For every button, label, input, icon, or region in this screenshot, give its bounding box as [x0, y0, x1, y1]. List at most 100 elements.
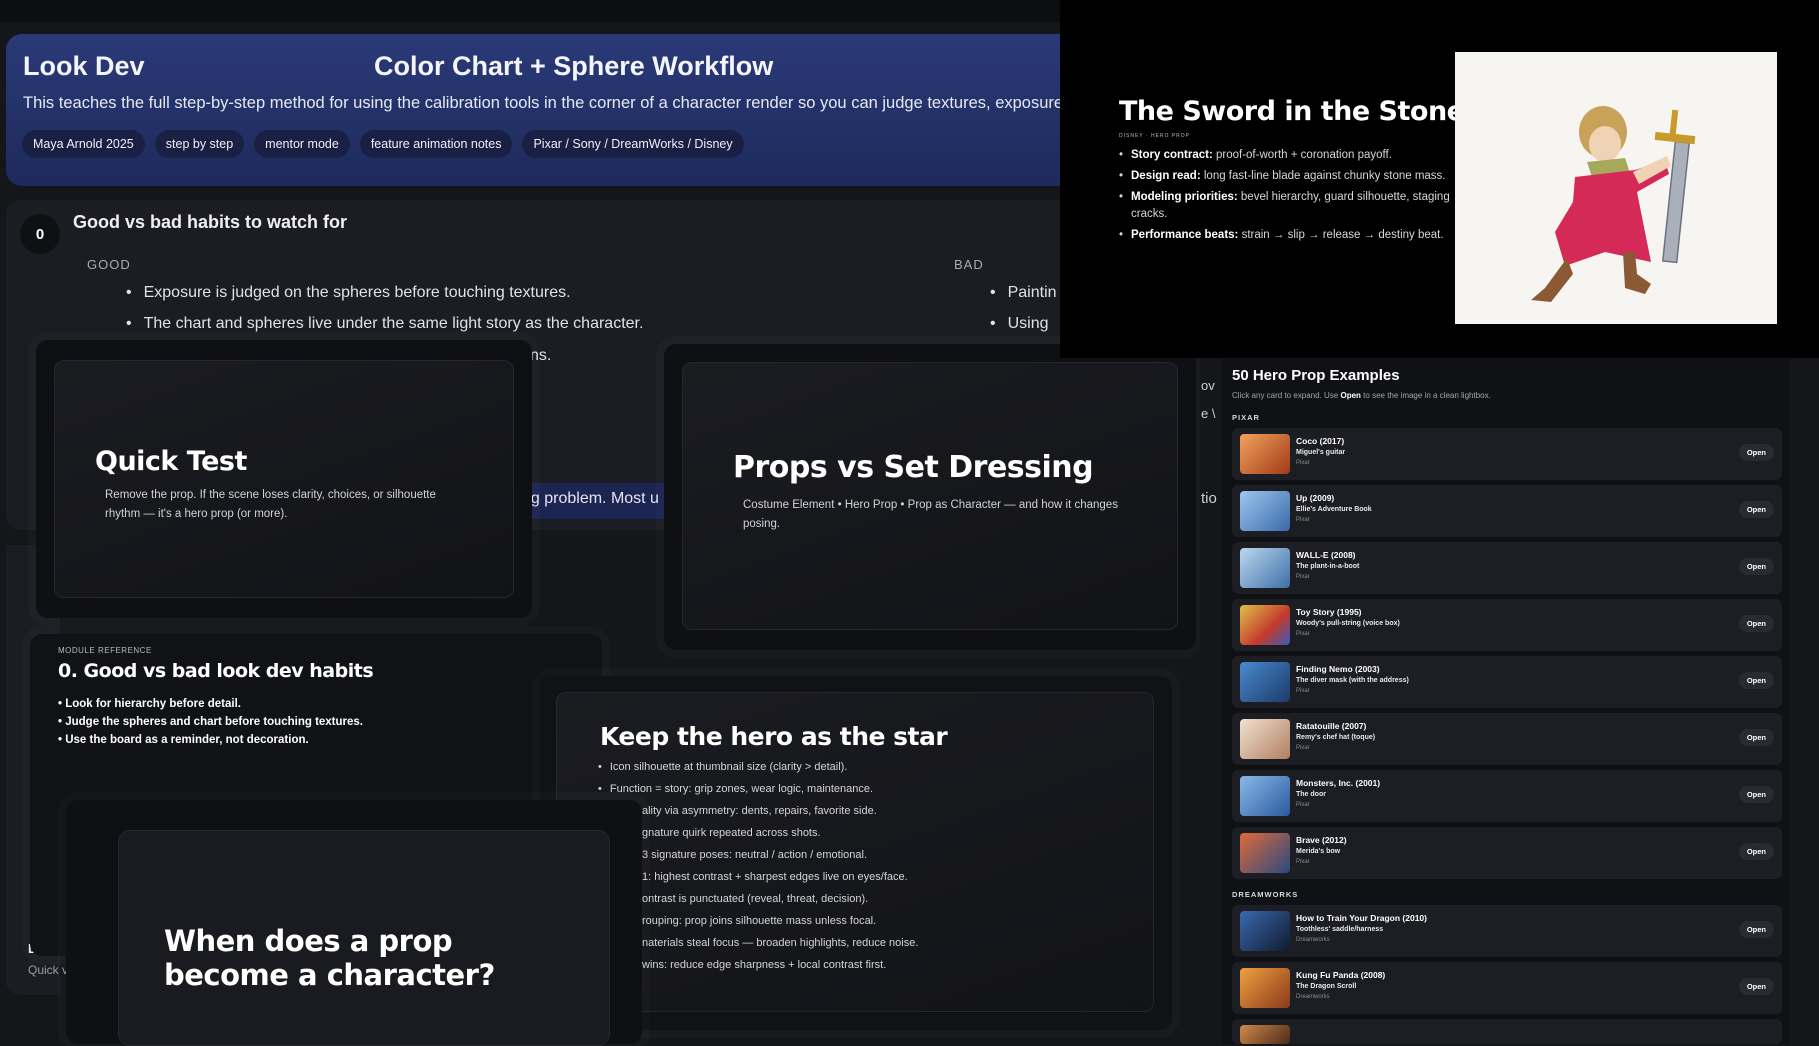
card-studio: Pixar [1296, 517, 1310, 523]
open-button[interactable]: Open [1738, 558, 1774, 575]
card-thumbnail [1240, 968, 1290, 1008]
card-studio: Pixar [1296, 745, 1310, 751]
lesson-subtitle: Color Chart + Sphere Workflow [374, 51, 774, 81]
slide-list: Icon silhouette at thumbnail size (clari… [598, 756, 873, 800]
slide-item: wins: reduce edge sharpness + local cont… [642, 959, 887, 971]
bad-item: Paintin [990, 284, 1057, 302]
card-title: Brave (2012) [1296, 835, 1347, 845]
section-title: Good vs bad habits to watch for [73, 212, 348, 232]
module-title: 0. Good vs bad look dev habits [58, 660, 374, 682]
card-title: Monsters, Inc. (2001) [1296, 778, 1381, 788]
module-kicker: MODULE REFERENCE [58, 646, 152, 655]
card-title: Coco (2017) [1296, 436, 1345, 446]
card-title: Finding Nemo (2003) [1296, 664, 1380, 674]
chip[interactable]: Maya Arnold 2025 [22, 130, 145, 158]
slide-item: ontrast is punctuated (reveal, threat, d… [642, 893, 869, 905]
card-title: How to Train Your Dragon (2010) [1296, 913, 1427, 923]
example-card[interactable]: How to Train Your Dragon (2010) Toothles… [1232, 905, 1782, 957]
slide-title: When does a prop become a character? [164, 924, 495, 992]
card-subtitle: Remy's chef hat (toque) [1296, 734, 1376, 741]
open-button[interactable]: Open [1738, 843, 1774, 860]
good-label: GOOD [87, 257, 131, 272]
card-thumbnail [1240, 548, 1290, 588]
bad-item: Using [990, 315, 1049, 333]
examples-title: 50 Hero Prop Examples [1232, 367, 1400, 384]
open-button[interactable]: Open [1738, 501, 1774, 518]
example-card[interactable]: Monsters, Inc. (2001) The door Pixar Ope… [1232, 770, 1782, 822]
open-button[interactable]: Open [1738, 729, 1774, 746]
card-subtitle: Merida's bow [1296, 848, 1341, 855]
slide-title: Keep the hero as the star [600, 722, 948, 751]
partial-text: ns. [530, 347, 552, 364]
slide-title: Quick Test [95, 446, 247, 477]
chip[interactable]: step by step [154, 130, 245, 158]
lesson-description: This teaches the full step-by-step metho… [23, 94, 1097, 112]
card-studio: Dreamworks [1296, 994, 1330, 1000]
card-thumbnail [1240, 605, 1290, 645]
sword-bullets: Story contract: proof-of-worth + coronat… [1119, 147, 1451, 248]
slide-props-vs-set[interactable]: Props vs Set Dressing Costume Element • … [664, 344, 1196, 650]
sword-title: The Sword in the Stone [1119, 96, 1465, 127]
open-button[interactable]: Open [1738, 921, 1774, 938]
example-card[interactable]: Toy Story (1995) Woody's pull-string (vo… [1232, 599, 1782, 651]
open-button[interactable]: Open [1738, 615, 1774, 632]
card-subtitle: The plant-in-a-boot [1296, 563, 1360, 570]
slide-item: ality via asymmetry: dents, repairs, fav… [642, 805, 877, 817]
open-button[interactable]: Open [1738, 786, 1774, 803]
card-subtitle: The door [1296, 791, 1326, 798]
chip[interactable]: Pixar / Sony / DreamWorks / Disney [522, 130, 744, 158]
card-title: Up (2009) [1296, 493, 1335, 503]
examples-hint: Click any card to expand. Use Open to se… [1232, 391, 1491, 400]
open-button[interactable]: Open [1738, 672, 1774, 689]
card-title: Kung Fu Panda (2008) [1296, 970, 1386, 980]
slide-body: Remove the prop. If the scene loses clar… [105, 489, 436, 520]
group-label: PIXAR [1232, 413, 1260, 422]
slide-item: Icon silhouette at thumbnail size (clari… [598, 756, 873, 778]
slide-quick-test[interactable]: Quick Test Remove the prop. If the scene… [36, 340, 532, 618]
card-studio: Pixar [1296, 574, 1310, 580]
card-title: Ratatouille (2007) [1296, 721, 1367, 731]
card-thumbnail [1240, 662, 1290, 702]
example-card[interactable]: Coco (2017) Miguel's guitar Pixar Open [1232, 428, 1782, 480]
chip[interactable]: feature animation notes [359, 130, 513, 158]
partial-text: ng problem. Most u [522, 490, 659, 507]
card-thumbnail [1240, 911, 1290, 951]
slide-item: gnature quirk repeated across shots. [642, 827, 821, 839]
card-title: Toy Story (1995) [1296, 607, 1362, 617]
example-card[interactable]: Finding Nemo (2003) The diver mask (with… [1232, 656, 1782, 708]
lesson-title: Look Dev [23, 51, 145, 81]
partial-text: ov [1201, 378, 1215, 393]
example-card[interactable] [1232, 1019, 1782, 1044]
slide-item: naterials steal focus — broaden highligh… [642, 937, 919, 949]
example-card[interactable]: Brave (2012) Merida's bow Pixar Open [1232, 827, 1782, 879]
sword-bullet: Story contract: proof-of-worth + coronat… [1119, 147, 1451, 164]
module-item: • Judge the spheres and chart before tou… [58, 716, 364, 728]
slide-when-prop[interactable]: When does a prop become a character? [66, 800, 642, 1046]
partial-text: e \ [1201, 406, 1216, 421]
good-item: Exposure is judged on the spheres before… [126, 284, 571, 302]
open-button[interactable]: Open [1738, 444, 1774, 461]
example-card[interactable]: WALL-E (2008) The plant-in-a-boot Pixar … [1232, 542, 1782, 594]
card-subtitle: The Dragon Scroll [1296, 983, 1357, 990]
example-card[interactable]: Ratatouille (2007) Remy's chef hat (toqu… [1232, 713, 1782, 765]
slide-body: Costume Element • Hero Prop • Prop as Ch… [743, 499, 1118, 530]
quick-view-link[interactable]: Quick v [28, 963, 68, 977]
example-card[interactable]: Up (2009) Ellie's Adventure Book Pixar O… [1232, 485, 1782, 537]
slide-title: Props vs Set Dressing [733, 450, 1094, 485]
module-list: • Look for hierarchy before detail. • Ju… [58, 695, 363, 749]
example-card[interactable]: Kung Fu Panda (2008) The Dragon Scroll D… [1232, 962, 1782, 1014]
chip[interactable]: mentor mode [254, 130, 350, 158]
section-number: 0 [20, 214, 60, 254]
open-button[interactable]: Open [1738, 978, 1774, 995]
card-subtitle: The diver mask (with the address) [1296, 677, 1409, 684]
card-studio: Pixar [1296, 688, 1310, 694]
card-thumbnail [1240, 776, 1290, 816]
card-studio: Dreamworks [1296, 937, 1330, 943]
card-thumbnail [1240, 491, 1290, 531]
card-studio: Pixar [1296, 631, 1310, 637]
card-thumbnail [1240, 833, 1290, 873]
group-label: DREAMWORKS [1232, 890, 1299, 899]
module-item: • Use the board as a reminder, not decor… [58, 734, 309, 746]
card-subtitle: Woody's pull-string (voice box) [1296, 620, 1400, 627]
slide-list-cont: ality via asymmetry: dents, repairs, fav… [642, 800, 918, 976]
